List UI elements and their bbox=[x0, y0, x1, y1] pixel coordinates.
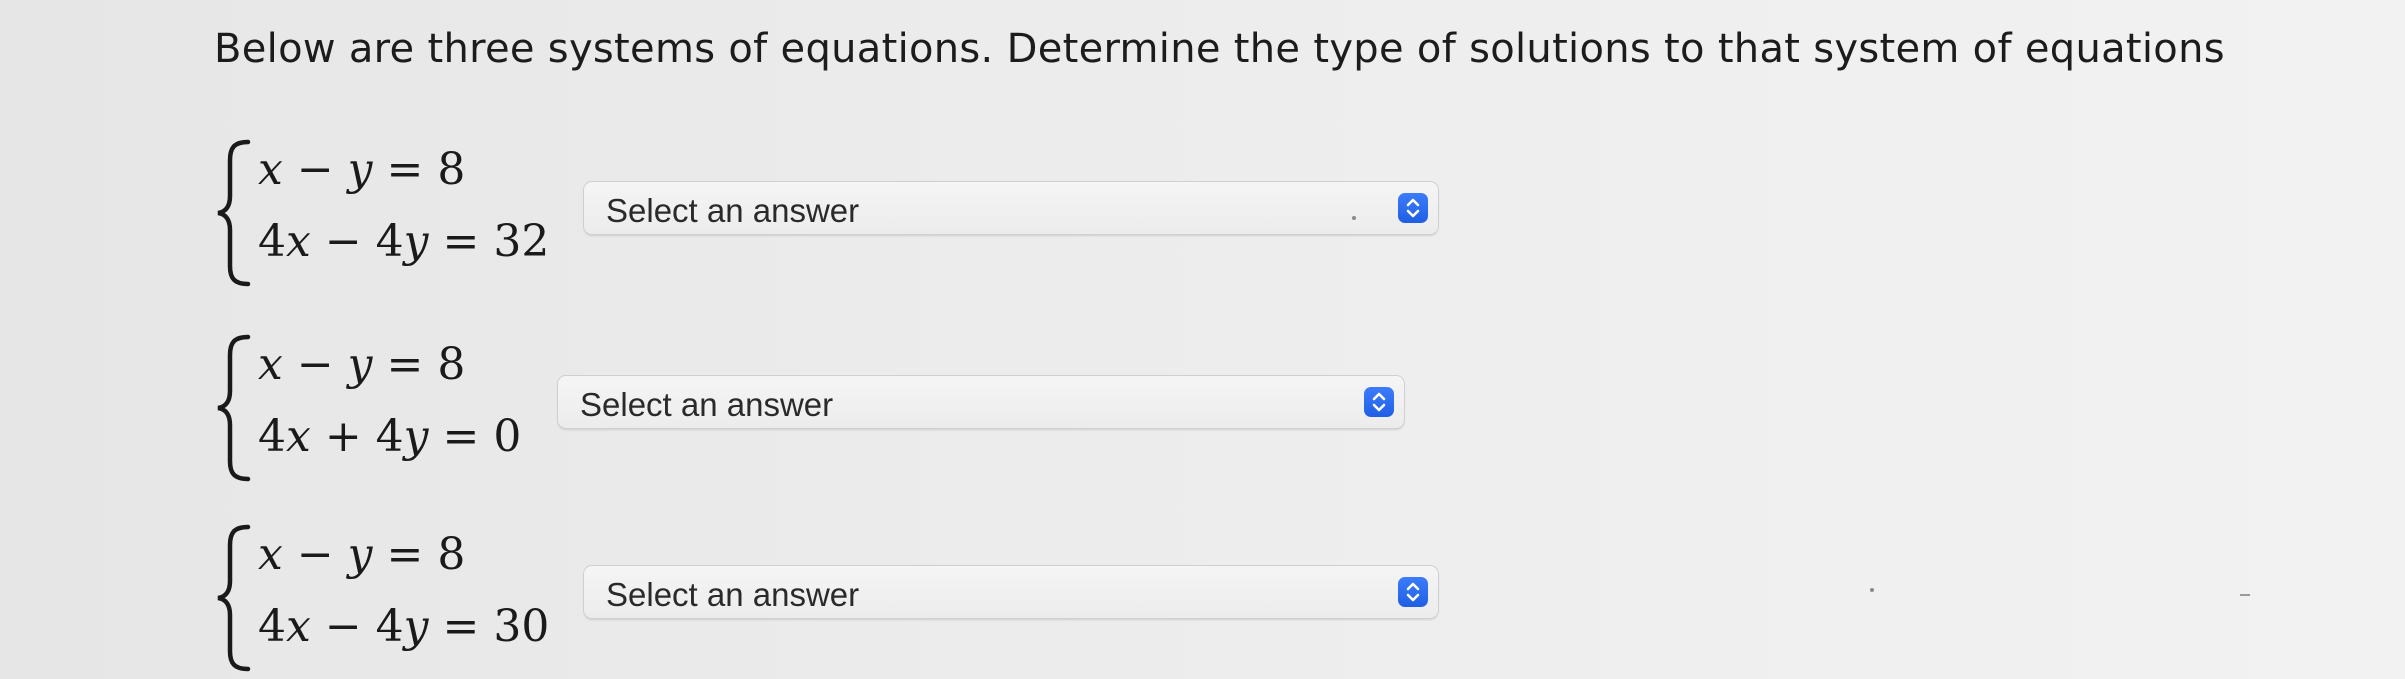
select-placeholder: Select an answer bbox=[606, 576, 860, 613]
up-down-chevron-icon[interactable] bbox=[1364, 387, 1394, 417]
variable-x: x bbox=[286, 216, 311, 267]
left-brace-icon bbox=[217, 139, 251, 287]
variable-x: x bbox=[286, 411, 311, 462]
variable-x: x bbox=[258, 144, 283, 195]
equation-system-3: x − y = 8 4x − 4y = 30 bbox=[214, 523, 574, 673]
operator-coefficient: + 4 bbox=[310, 411, 404, 462]
select-placeholder: Select an answer bbox=[580, 386, 834, 423]
up-down-chevron-icon[interactable] bbox=[1398, 577, 1428, 607]
rhs: = 8 bbox=[372, 529, 466, 580]
rhs: = 8 bbox=[372, 144, 466, 195]
equation-system-1: x − y = 8 4x − 4y = 32 bbox=[214, 138, 574, 288]
answer-select-3[interactable]: Select an answer bbox=[584, 566, 1438, 618]
instruction-text: Below are three systems of equations. De… bbox=[214, 26, 2225, 72]
up-down-chevron-icon[interactable] bbox=[1398, 193, 1428, 223]
operator: − bbox=[282, 144, 348, 195]
variable-y: y bbox=[347, 339, 373, 390]
coefficient: 4 bbox=[258, 411, 286, 462]
coefficient: 4 bbox=[258, 216, 286, 267]
left-brace-icon bbox=[217, 524, 251, 672]
operator-coefficient: − 4 bbox=[310, 216, 404, 267]
artifact-dot bbox=[1870, 588, 1874, 592]
equation-1: x − y = 8 bbox=[258, 339, 465, 390]
variable-x: x bbox=[258, 339, 283, 390]
coefficient: 4 bbox=[258, 601, 286, 652]
variable-y: y bbox=[347, 144, 373, 195]
variable-x: x bbox=[286, 601, 311, 652]
rhs: = 32 bbox=[428, 216, 550, 267]
answer-select-2[interactable]: Select an answer bbox=[558, 376, 1404, 428]
equation-1: x − y = 8 bbox=[258, 144, 465, 195]
variable-y: y bbox=[403, 411, 429, 462]
rhs: = 30 bbox=[428, 601, 550, 652]
operator-coefficient: − 4 bbox=[310, 601, 404, 652]
select-placeholder: Select an answer bbox=[606, 192, 860, 229]
variable-x: x bbox=[258, 529, 283, 580]
operator: − bbox=[282, 529, 348, 580]
rhs: = 0 bbox=[428, 411, 522, 462]
left-brace-icon bbox=[217, 334, 251, 482]
variable-y: y bbox=[347, 529, 373, 580]
rhs: = 8 bbox=[372, 339, 466, 390]
equation-2: 4x − 4y = 30 bbox=[258, 601, 549, 652]
variable-y: y bbox=[403, 601, 429, 652]
equation-2: 4x + 4y = 0 bbox=[258, 411, 521, 462]
artifact-dot bbox=[1352, 216, 1356, 220]
variable-y: y bbox=[403, 216, 429, 267]
equation-1: x − y = 8 bbox=[258, 529, 465, 580]
equation-2: 4x − 4y = 32 bbox=[258, 216, 549, 267]
artifact-dash bbox=[2240, 594, 2250, 596]
equation-system-2: x − y = 8 4x + 4y = 0 bbox=[214, 333, 574, 483]
operator: − bbox=[282, 339, 348, 390]
answer-select-1[interactable]: Select an answer bbox=[584, 182, 1438, 234]
